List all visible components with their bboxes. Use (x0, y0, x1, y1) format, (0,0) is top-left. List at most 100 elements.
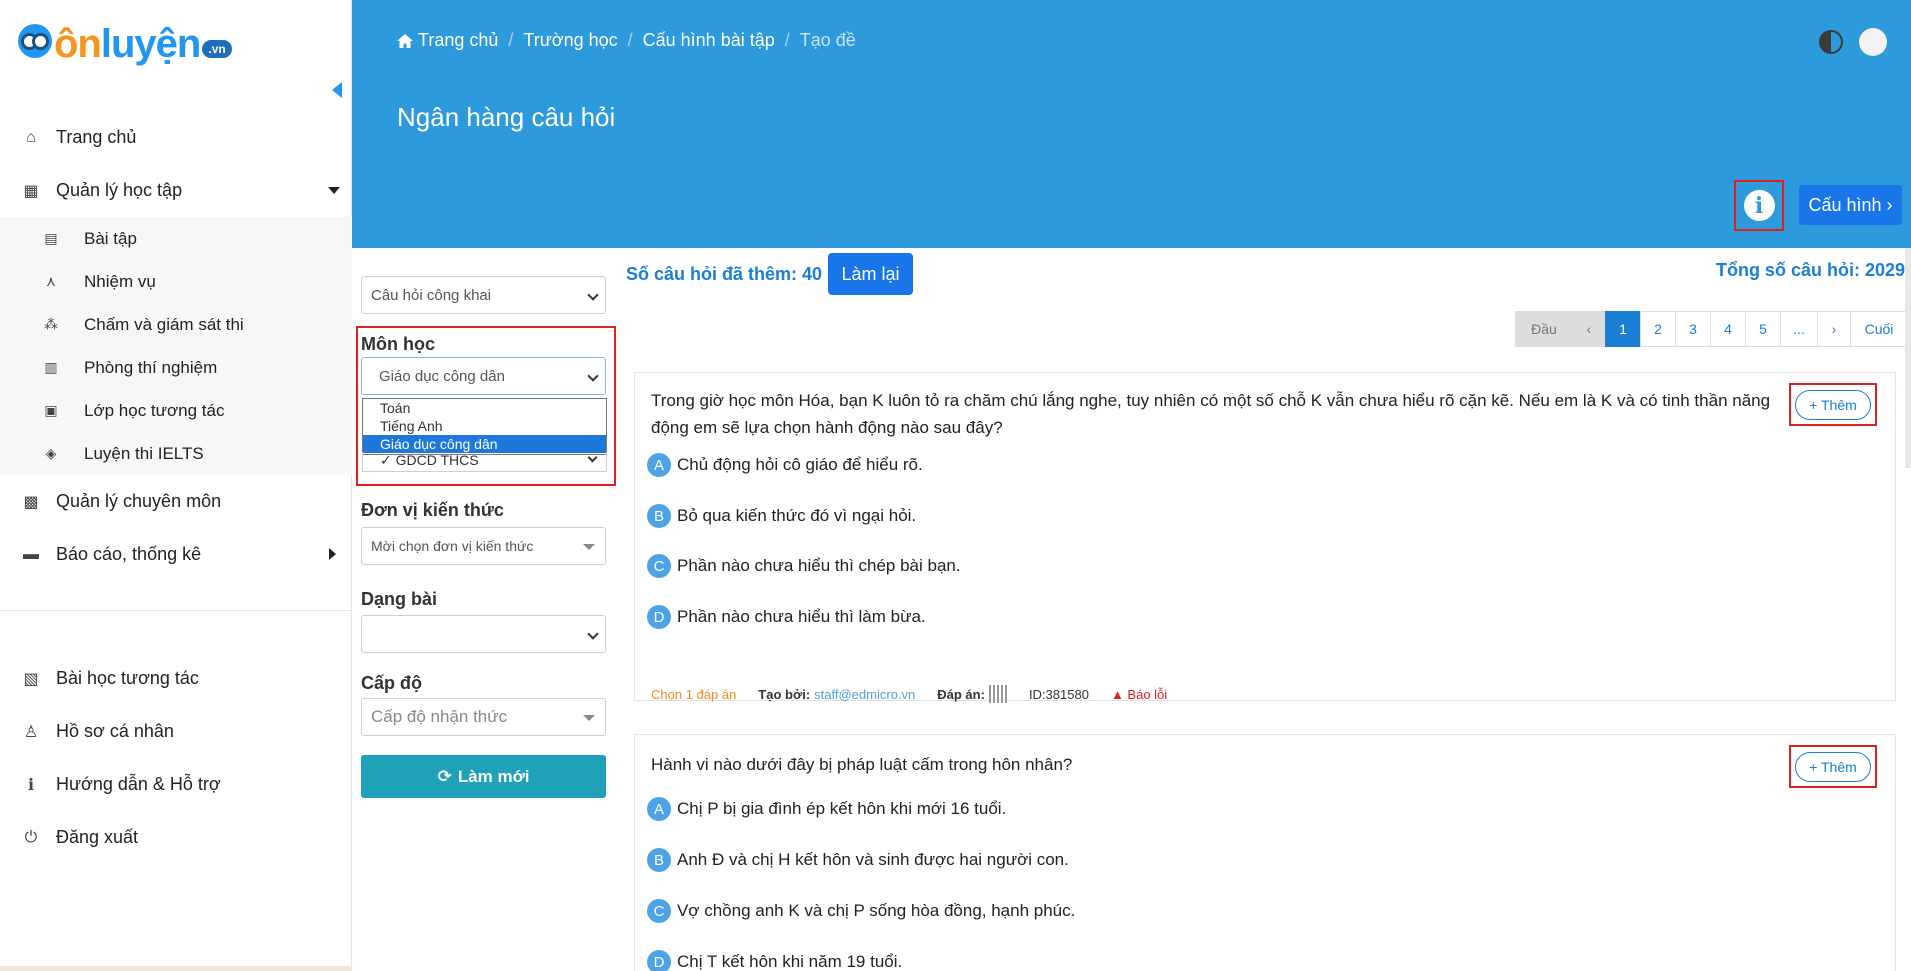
sidebar-item-label: Hướng dẫn & Hỗ trợ (56, 774, 221, 794)
refresh-button[interactable]: ⟳ Làm mới (361, 755, 606, 798)
bottom-menu: ▧ Bài học tương tác ♙ Hồ sơ cá nhân ℹ Hướng… (0, 652, 352, 864)
question-card: Hành vi nào dưới đây bị pháp luật cấm tr… (634, 734, 1896, 971)
owl-logo-icon (18, 24, 52, 58)
answer-label: Đáp án: (937, 686, 985, 702)
info-icon[interactable]: i (1743, 190, 1775, 221)
chevron-down-icon (587, 628, 599, 640)
sidebar-item-interactive-lessons[interactable]: ▧ Bài học tương tác (0, 652, 352, 705)
sidebar-item-label: Lớp học tương tác (84, 400, 225, 420)
avatar[interactable] (1859, 28, 1887, 56)
graduation-cap-icon: ◈ (45, 445, 57, 461)
question-card: Trong giờ học môn Hóa, bạn K luôn tỏ ra … (634, 372, 1896, 703)
pager-ellipsis: ... (1780, 311, 1818, 347)
answer-text: Anh Đ và chị H kết hôn và sinh được hai … (677, 850, 1069, 869)
theme-toggle-icon[interactable] (1819, 30, 1843, 54)
level-label: Cấp độ (361, 673, 422, 693)
knowledge-unit-select[interactable]: Mời chọn đơn vị kiến thức (361, 527, 606, 565)
sidebar-item-learning[interactable]: ▦ Quản lý học tập (0, 164, 352, 217)
sidebar-subitem-tasks[interactable]: ⋏ Nhiệm vụ (0, 260, 352, 303)
sidebar-subitem-ielts[interactable]: ◈ Luyện thi IELTS (0, 432, 352, 475)
page-header: Trang chủ / Trường học / Cấu hình bài tậ… (352, 0, 1911, 248)
answer-image-icon[interactable] (988, 685, 1007, 703)
sidebar-item-label: Trang chủ (56, 127, 137, 147)
add-question-button[interactable]: + Thêm (1795, 389, 1871, 420)
pager-prev[interactable]: ‹ (1572, 311, 1606, 347)
config-button[interactable]: Cấu hình › (1799, 185, 1902, 225)
sidebar-item-help[interactable]: ℹ Hướng dẫn & Hỗ trợ (0, 758, 352, 811)
school-icon: ▦ (23, 182, 39, 200)
pagination: Đầu ‹ 1 2 3 4 5 ... › Cuối (1515, 311, 1908, 347)
sidebar-subitem-homework[interactable]: ▤ Bài tập (0, 217, 352, 260)
add-highlight: + Thêm (1789, 383, 1877, 426)
answer-text: Chị T kết hôn khi năm 19 tuổi. (677, 952, 903, 971)
dropdown-caret-icon (583, 715, 595, 721)
sidebar-item-home[interactable]: ⌂ Trang chủ (0, 111, 352, 164)
pager-page-5[interactable]: 5 (1745, 311, 1781, 347)
sidebar-subitem-exam[interactable]: ⁂ Chấm và giám sát thi (0, 303, 352, 346)
sidebar-item-label: Bài học tương tác (56, 668, 199, 688)
sidebar-item-label: Phòng thí nghiệm (84, 357, 218, 377)
sidebar-item-label: Quản lý chuyên môn (56, 491, 222, 511)
sidebar-item-profile[interactable]: ♙ Hồ sơ cá nhân (0, 705, 352, 758)
sidebar-subitem-lab[interactable]: ▥ Phòng thí nghiệm (0, 346, 352, 389)
answer-option: B Anh Đ và chị H kết hôn và sinh được hai… (647, 848, 1069, 872)
select-value: Câu hỏi công khai (371, 286, 492, 304)
logo-text-right: luyện (100, 22, 201, 66)
sidebar-item-logout[interactable]: ⏻ Đăng xuất (0, 811, 352, 864)
main-menu: ⌂ Trang chủ ▦ Quản lý học tập ▤ Bài tập ⋏… (0, 111, 352, 581)
total-count: Tổng số câu hỏi: 2029 (1715, 260, 1905, 280)
lab-icon: ▥ (44, 359, 58, 375)
warning-icon: ▲ (1110, 686, 1128, 702)
pager-next[interactable]: › (1817, 311, 1851, 347)
page-title: Ngân hàng câu hỏi (397, 102, 616, 132)
pager-page-4[interactable]: 4 (1710, 311, 1746, 347)
report-error-link[interactable]: ▲ Báo lỗi (1111, 687, 1167, 702)
pager-page-3[interactable]: 3 (1675, 311, 1711, 347)
pager-last[interactable]: Cuối (1850, 311, 1908, 347)
add-question-button[interactable]: + Thêm (1795, 751, 1871, 782)
sidebar: ônluyện .vn ⌂ Trang chủ ▦ Quản lý học tậ… (0, 0, 352, 971)
answer-option: A Chị P bị gia đình ép kết hôn khi mới 16… (647, 797, 1006, 821)
sidebar-item-label: Chấm và giám sát thi (84, 314, 244, 334)
creator-label: Tạo bởi: (758, 686, 811, 702)
learning-submenu: ▤ Bài tập ⋏ Nhiệm vụ ⁂ Chấm và giám sát thi… (0, 217, 352, 475)
sidebar-subitem-interactive-class[interactable]: ▣ Lớp học tương tác (0, 389, 352, 432)
onluyen-logo[interactable]: ônluyện .vn (18, 14, 232, 64)
caret-down-icon (328, 187, 340, 194)
home-icon[interactable] (397, 33, 413, 48)
breadcrumb-school[interactable]: Trường học (523, 30, 617, 51)
reset-button[interactable]: Làm lại (828, 253, 913, 295)
collapse-sidebar-icon[interactable] (332, 82, 342, 98)
answer-key: D (647, 950, 671, 971)
sidebar-item-label: Quản lý học tập (56, 180, 183, 200)
select-placeholder: Mời chọn đơn vị kiến thức (371, 538, 534, 554)
sidebar-divider (0, 610, 352, 611)
sidebar-item-label: Báo cáo, thống kê (56, 544, 202, 564)
level-select[interactable]: Cấp độ nhận thức (361, 698, 606, 736)
scrollbar[interactable] (1905, 248, 1911, 468)
answer-option: C Phần nào chưa hiểu thì chép bài bạn. (647, 554, 961, 578)
sidebar-item-label: Bài tập (84, 228, 137, 248)
pager-page-1[interactable]: 1 (1605, 311, 1641, 347)
chevron-down-icon (587, 289, 599, 301)
question-text: Hành vi nào dưới đây bị pháp luật cấm tr… (651, 755, 1073, 774)
answer-text: Bỏ qua kiến thức đó vì ngại hỏi. (677, 506, 917, 525)
answer-text: Phần nào chưa hiểu thì chép bài bạn. (677, 556, 961, 575)
answer-option: D Phần nào chưa hiểu thì làm bừa. (647, 605, 926, 629)
answer-option: A Chủ động hỏi cô giáo để hiểu rõ. (647, 453, 923, 477)
sidebar-item-reports[interactable]: ▬ Báo cáo, thống kê (0, 528, 352, 581)
question-text: Trong giờ học môn Hóa, bạn K luôn tỏ ra … (651, 391, 1771, 437)
pager-first[interactable]: Đầu (1515, 311, 1573, 347)
pager-page-2[interactable]: 2 (1640, 311, 1676, 347)
answer-key: A (647, 797, 671, 821)
question-type-select[interactable] (361, 615, 606, 653)
knowledge-unit-label: Đơn vị kiến thức (361, 500, 504, 520)
question-meta: Chọn 1 đáp án Tạo bởi: staff@edmicro.vn … (651, 685, 1167, 703)
answer-option: C Vợ chồng anh K và chị P sống hòa đồng, … (647, 899, 1075, 923)
answer-text: Chủ động hỏi cô giáo để hiểu rõ. (677, 455, 923, 474)
logo-badge: .vn (202, 40, 232, 58)
question-scope-select[interactable]: Câu hỏi công khai (361, 276, 606, 314)
breadcrumb-homework-config[interactable]: Cấu hình bài tập (643, 30, 775, 51)
sidebar-item-professional[interactable]: ▩ Quản lý chuyên môn (0, 475, 352, 528)
breadcrumb-home[interactable]: Trang chủ (418, 30, 498, 51)
